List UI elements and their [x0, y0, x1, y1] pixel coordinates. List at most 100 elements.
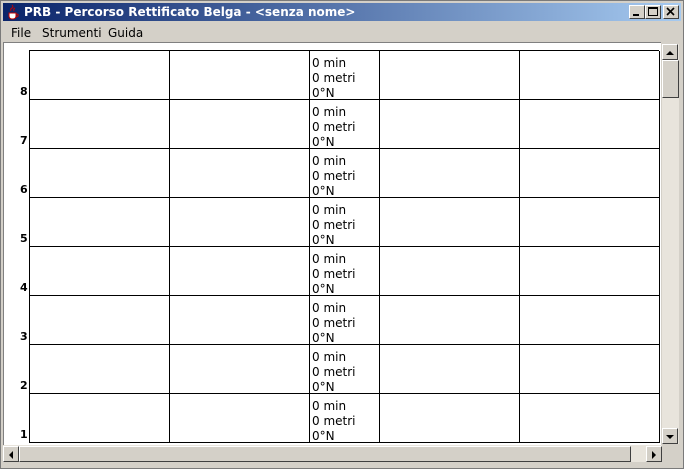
horizontal-scroll-thumb[interactable] [19, 446, 631, 462]
vertical-scrollbar[interactable] [662, 44, 679, 444]
grid-cell[interactable] [170, 198, 310, 247]
segment-bearing: 0°N [312, 184, 335, 198]
grid-cell[interactable] [380, 345, 520, 394]
vertical-scroll-thumb[interactable] [662, 60, 679, 98]
segment-info-cell[interactable]: 0 min 0 metri 0°N [310, 296, 380, 345]
segment-info: 0 min 0 metri 0°N [312, 105, 356, 150]
minimize-button[interactable] [629, 5, 645, 19]
menu-bar: File Strumenti Guida [3, 23, 681, 42]
segment-info: 0 min 0 metri 0°N [312, 56, 356, 101]
segment-time: 0 min [312, 56, 347, 70]
arrow-up-icon [666, 51, 674, 55]
grid-cell[interactable] [520, 149, 660, 198]
segment-time: 0 min [312, 105, 347, 119]
grid-cell[interactable] [30, 149, 170, 198]
row-number: 1 [20, 428, 28, 441]
segment-info-cell[interactable]: 0 min 0 metri 0°N [310, 198, 380, 247]
grid-cell[interactable] [380, 247, 520, 296]
segment-info: 0 min 0 metri 0°N [312, 301, 356, 346]
grid-cell[interactable] [520, 51, 660, 100]
segment-info: 0 min 0 metri 0°N [312, 350, 356, 395]
segment-bearing: 0°N [312, 429, 335, 443]
segment-distance: 0 metri [312, 267, 356, 281]
row-number: 6 [20, 183, 28, 196]
title-bar[interactable]: PRB - Percorso Rettificato Belga - <senz… [3, 3, 681, 21]
scroll-left-button[interactable] [3, 446, 19, 462]
route-grid-panel: 0 min 0 metri 0°N 0 min 0 metri 0°N 0 min 0 met… [3, 42, 661, 445]
segment-bearing: 0°N [312, 380, 335, 394]
route-grid: 0 min 0 metri 0°N 0 min 0 metri 0°N 0 min 0 met… [29, 50, 660, 443]
close-icon [666, 7, 675, 16]
grid-cell[interactable] [380, 198, 520, 247]
menu-file[interactable]: File [11, 26, 31, 40]
grid-cell[interactable] [30, 100, 170, 149]
grid-cell[interactable] [30, 198, 170, 247]
grid-cell[interactable] [520, 296, 660, 345]
grid-cell[interactable] [380, 51, 520, 100]
grid-cell[interactable] [170, 247, 310, 296]
grid-cell[interactable] [520, 100, 660, 149]
segment-time: 0 min [312, 399, 347, 413]
grid-cell[interactable] [520, 198, 660, 247]
segment-info: 0 min 0 metri 0°N [312, 203, 356, 248]
arrow-left-icon [9, 451, 13, 459]
scroll-right-button[interactable] [646, 446, 662, 462]
row-number: 4 [20, 281, 28, 294]
arrow-right-icon [652, 451, 656, 459]
row-number: 5 [20, 232, 28, 245]
segment-bearing: 0°N [312, 282, 335, 296]
row-number: 3 [20, 330, 28, 343]
grid-cell[interactable] [30, 394, 170, 443]
segment-info-cell[interactable]: 0 min 0 metri 0°N [310, 394, 380, 443]
segment-info-cell[interactable]: 0 min 0 metri 0°N [310, 247, 380, 296]
segment-info-cell[interactable]: 0 min 0 metri 0°N [310, 149, 380, 198]
scroll-up-button[interactable] [662, 44, 678, 60]
grid-cell[interactable] [380, 296, 520, 345]
grid-cell[interactable] [170, 296, 310, 345]
close-button[interactable] [663, 5, 679, 19]
segment-info-cell[interactable]: 0 min 0 metri 0°N [310, 51, 380, 100]
java-cup-icon [8, 4, 19, 20]
segment-distance: 0 metri [312, 120, 356, 134]
segment-info-cell[interactable]: 0 min 0 metri 0°N [310, 345, 380, 394]
segment-time: 0 min [312, 203, 347, 217]
horizontal-scrollbar[interactable] [3, 445, 662, 462]
menu-guida[interactable]: Guida [108, 26, 143, 40]
grid-cell[interactable] [30, 247, 170, 296]
segment-bearing: 0°N [312, 135, 335, 149]
scroll-down-button[interactable] [662, 428, 678, 444]
grid-cell[interactable] [30, 296, 170, 345]
grid-cell[interactable] [380, 394, 520, 443]
grid-cell[interactable] [170, 51, 310, 100]
segment-distance: 0 metri [312, 169, 356, 183]
scrollbar-corner [662, 445, 679, 462]
segment-info: 0 min 0 metri 0°N [312, 252, 356, 297]
grid-cell[interactable] [30, 345, 170, 394]
segment-info: 0 min 0 metri 0°N [312, 399, 356, 444]
grid-cell[interactable] [30, 51, 170, 100]
grid-cell[interactable] [170, 394, 310, 443]
segment-distance: 0 metri [312, 218, 356, 232]
grid-cell[interactable] [380, 149, 520, 198]
grid-cell[interactable] [520, 247, 660, 296]
row-number: 8 [20, 85, 28, 98]
maximize-button[interactable] [645, 5, 661, 19]
segment-bearing: 0°N [312, 233, 335, 247]
app-window: PRB - Percorso Rettificato Belga - <senz… [0, 0, 684, 469]
grid-cell[interactable] [170, 149, 310, 198]
segment-time: 0 min [312, 252, 347, 266]
menu-strumenti[interactable]: Strumenti [42, 26, 102, 40]
grid-cell[interactable] [380, 100, 520, 149]
minimize-icon [633, 14, 639, 16]
segment-bearing: 0°N [312, 331, 335, 345]
segment-distance: 0 metri [312, 365, 356, 379]
grid-cell[interactable] [170, 100, 310, 149]
grid-cell[interactable] [170, 345, 310, 394]
grid-cell[interactable] [520, 345, 660, 394]
segment-distance: 0 metri [312, 71, 356, 85]
row-number: 2 [20, 379, 28, 392]
maximize-icon [648, 7, 658, 16]
segment-time: 0 min [312, 350, 347, 364]
segment-info-cell[interactable]: 0 min 0 metri 0°N [310, 100, 380, 149]
grid-cell[interactable] [520, 394, 660, 443]
